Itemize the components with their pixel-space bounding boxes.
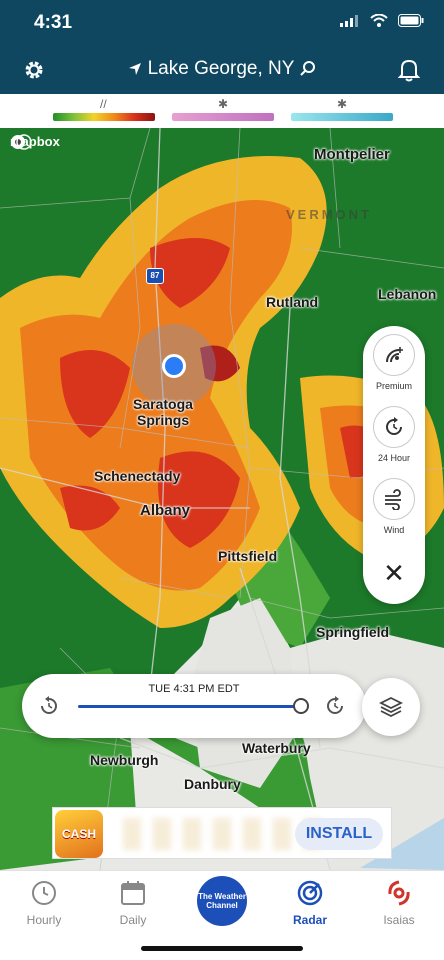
layers-button[interactable]	[362, 678, 420, 736]
close-icon[interactable]: ✕	[363, 558, 425, 589]
ad-logo: CASH	[55, 810, 103, 858]
status-time: 4:31	[34, 12, 73, 33]
history-clock-icon	[386, 417, 402, 435]
calendar-icon	[121, 881, 145, 905]
city-waterbury: Waterbury	[242, 740, 311, 756]
city-saratoga: Saratoga	[133, 396, 193, 412]
search-icon[interactable]	[300, 61, 316, 77]
svg-text:i: i	[22, 138, 25, 149]
interstate-shield: 87	[146, 268, 164, 284]
premium-button[interactable]: Premium	[363, 334, 425, 391]
rewind-icon[interactable]	[38, 695, 60, 717]
radar-icon	[297, 880, 323, 906]
timeline-time: TUE 4:31 PM EDT	[148, 683, 240, 695]
radar-options-panel: Premium 24 Hour Wind ✕	[363, 326, 425, 604]
timeline-track[interactable]	[78, 705, 300, 708]
city-lebanon: Lebanon	[378, 286, 437, 302]
ad-image	[123, 818, 323, 850]
city-rutland: Rutland	[266, 294, 319, 310]
top-bar: 4:31 Lake George, NY	[0, 0, 444, 94]
city-montpelier: Montpelier	[314, 146, 390, 163]
city-pittsfield: Pittsfield	[218, 548, 278, 564]
rain-scale	[53, 113, 155, 121]
notification-bell-icon[interactable]	[397, 58, 421, 87]
radar-plus-icon	[386, 347, 403, 363]
mapbox-attribution: mapbox i	[10, 134, 60, 150]
ad-banner[interactable]: CASH INSTALL	[52, 807, 392, 859]
radar-timeline: TUE 4:31 PM EDT	[22, 674, 366, 738]
tab-isaias[interactable]: Isaias	[359, 879, 439, 927]
status-icons	[340, 14, 424, 27]
rain-icon: //	[100, 97, 107, 111]
timeline-thumb[interactable]	[293, 698, 309, 714]
city-albany: Albany	[140, 502, 191, 519]
clock-icon	[32, 881, 56, 905]
wifi-icon	[370, 14, 388, 27]
mix-scale	[172, 113, 274, 121]
wind-icon	[385, 489, 401, 510]
battery-icon	[398, 14, 424, 27]
city-schenectady: Schenectady	[94, 468, 181, 484]
layers-icon	[379, 696, 403, 718]
location-header[interactable]: Lake George, NY	[0, 58, 444, 80]
snow-scale	[291, 113, 393, 121]
tab-daily[interactable]: Daily	[93, 879, 173, 927]
signal-icon	[340, 14, 358, 27]
city-danbury: Danbury	[184, 776, 241, 792]
weather-channel-logo[interactable]: The Weather Channel	[197, 876, 247, 926]
24-hour-button[interactable]: 24 Hour	[363, 406, 425, 463]
location-name: Lake George, NY	[147, 58, 295, 79]
forward-icon[interactable]	[324, 695, 346, 717]
tab-hourly[interactable]: Hourly	[4, 879, 84, 927]
city-springfield: Springfield	[316, 624, 390, 640]
info-icon[interactable]: i	[16, 134, 32, 150]
city-saratoga-springs: Springs	[137, 412, 190, 428]
mix-icon: ✱	[218, 97, 229, 111]
precip-legend: // ✱ ✱	[0, 94, 444, 128]
region-vermont: VERMONT	[286, 207, 372, 222]
hurricane-icon	[388, 880, 410, 906]
wind-button[interactable]: Wind	[363, 478, 425, 535]
home-indicator	[141, 946, 303, 951]
install-button[interactable]: INSTALL	[295, 818, 383, 850]
location-arrow-icon	[128, 63, 141, 75]
city-newburgh: Newburgh	[90, 752, 159, 768]
snow-icon: ✱	[337, 97, 348, 111]
tab-radar[interactable]: Radar	[270, 879, 350, 927]
